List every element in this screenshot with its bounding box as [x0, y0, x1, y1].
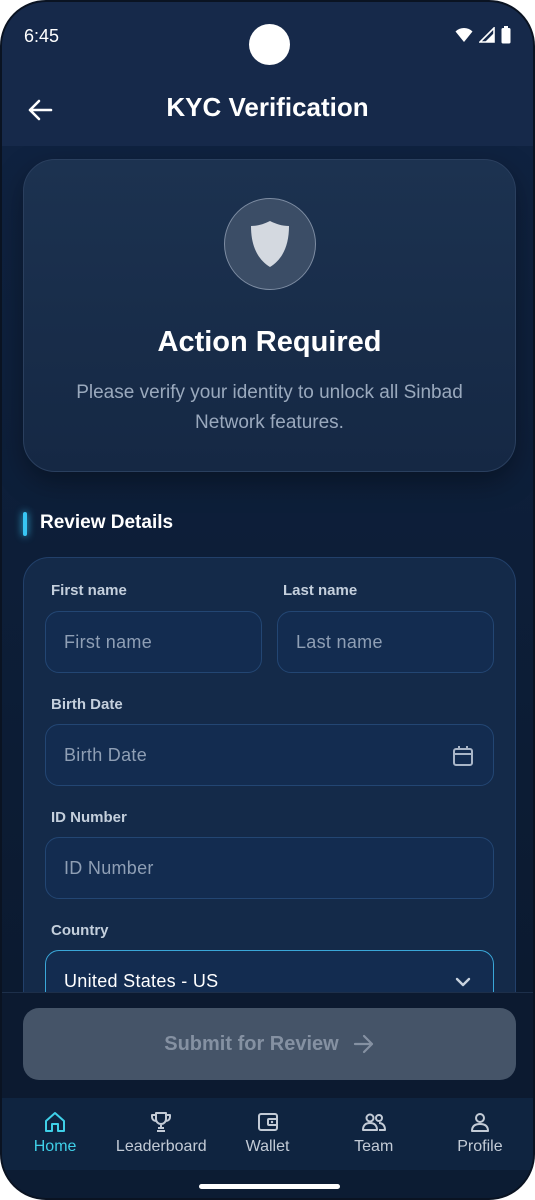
app-bar: KYC Verification: [2, 74, 533, 146]
status-time: 6:45: [24, 26, 60, 46]
nav-leaderboard[interactable]: Leaderboard: [108, 1098, 214, 1170]
first-name-placeholder: First name: [64, 631, 153, 652]
section-title: Review Details: [40, 512, 174, 533]
birth-date-placeholder: Birth Date: [64, 744, 148, 765]
hero-description: Please verify your identity to unlock al…: [76, 382, 463, 433]
shield-icon: [251, 221, 289, 267]
phone-screen: 6:45 KYC Verification Action Required Pl…: [0, 0, 535, 1200]
content-area[interactable]: Action Required Please verify your ident…: [2, 146, 533, 992]
first-name-label: First name: [51, 582, 127, 599]
nav-leaderboard-label: Leaderboard: [115, 1138, 207, 1155]
country-label: Country: [51, 922, 109, 939]
home-indicator[interactable]: [199, 1184, 340, 1189]
bottom-navigation: Home Leaderboard Wallet Team Profile: [2, 1098, 533, 1170]
section-accent-bar: [23, 512, 27, 536]
home-icon: [45, 1112, 66, 1132]
status-bar: 6:45: [2, 2, 533, 74]
last-name-label: Last name: [283, 582, 358, 599]
first-name-input[interactable]: First name: [45, 611, 262, 673]
hero-title: Action Required: [157, 326, 382, 358]
last-name-placeholder: Last name: [296, 631, 383, 652]
nav-home-label: Home: [33, 1138, 77, 1155]
action-required-card: Action Required Please verify your ident…: [23, 159, 516, 472]
nav-team-label: Team: [354, 1138, 394, 1155]
id-number-placeholder: ID Number: [64, 857, 154, 878]
birth-date-input[interactable]: Birth Date: [45, 724, 494, 786]
last-name-input[interactable]: Last name: [277, 611, 494, 673]
profile-icon: [470, 1113, 489, 1132]
country-value: United States - US: [64, 970, 219, 991]
nav-team[interactable]: Team: [321, 1098, 427, 1170]
nav-wallet-label: Wallet: [245, 1138, 290, 1155]
chevron-down-icon: [455, 977, 471, 987]
camera-cutout: [249, 24, 290, 65]
id-number-label: ID Number: [51, 809, 127, 826]
submit-label: Submit for Review: [164, 1032, 339, 1055]
submit-area: Submit for Review: [2, 992, 533, 1098]
shield-badge: [224, 198, 316, 290]
nav-wallet[interactable]: Wallet: [214, 1098, 320, 1170]
signal-icon: [479, 27, 495, 43]
country-select[interactable]: United States - US: [45, 950, 494, 992]
wallet-icon: [257, 1113, 278, 1131]
status-icons: [455, 26, 511, 44]
submit-for-review-button[interactable]: Submit for Review: [23, 1008, 516, 1080]
review-details-form: First name First name Last name Last nam…: [23, 557, 516, 992]
nav-profile[interactable]: Profile: [427, 1098, 533, 1170]
wifi-icon: [455, 27, 473, 42]
id-number-input[interactable]: ID Number: [45, 837, 494, 899]
arrow-right-icon: [353, 1034, 373, 1054]
page-title: KYC Verification: [166, 92, 369, 122]
birth-date-label: Birth Date: [51, 696, 123, 713]
team-icon: [361, 1113, 386, 1131]
battery-icon: [501, 26, 511, 44]
nav-home[interactable]: Home: [2, 1098, 108, 1170]
calendar-icon[interactable]: [451, 744, 475, 768]
nav-profile-label: Profile: [457, 1138, 503, 1155]
trophy-icon: [151, 1112, 172, 1132]
